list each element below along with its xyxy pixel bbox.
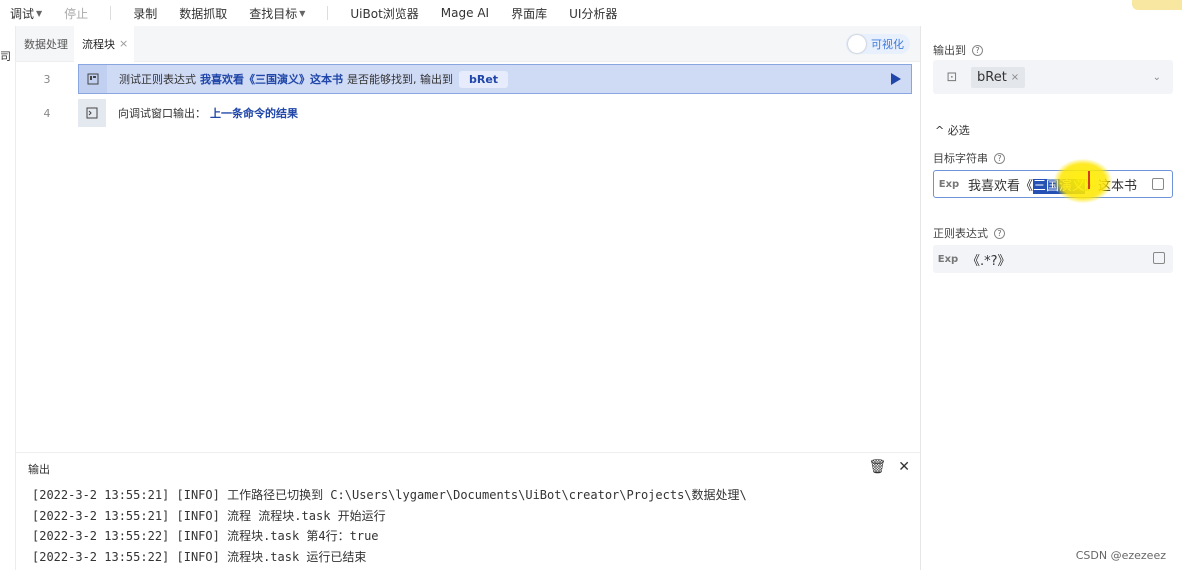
tab-data-processing[interactable]: 数据处理 xyxy=(16,26,74,62)
main-toolbar: 调试 ▼ 停止 录制 数据抓取 查找目标 ▼ UiBot浏览器 Mage AI 界面… xyxy=(0,0,1182,26)
uibot-browser-button[interactable]: UiBot浏览器 xyxy=(350,5,418,22)
command-target: 上一条命令的结果 xyxy=(210,107,298,120)
target-string-text: 目标字符串 xyxy=(933,152,988,165)
command-middle: 是否能够找到, 输出到 xyxy=(347,73,453,86)
ui-analyzer-button[interactable]: UI分析器 xyxy=(569,5,617,22)
close-icon[interactable]: ✕ xyxy=(898,459,910,475)
edit-icon[interactable] xyxy=(1153,252,1165,264)
command-row[interactable]: 3 测试正则表达式 我喜欢看《三国演义》这本书 是否能够找到, 输出到 bRet xyxy=(16,64,912,94)
log-line: [2022-3-2 13:55:21] [INFO] 流程 流程块.task 开… xyxy=(32,508,386,523)
trash-icon[interactable]: 🗑 xyxy=(868,459,886,475)
visual-toggle-label: 可视化 xyxy=(871,38,904,51)
output-title: 输出 xyxy=(28,463,50,476)
value-before: 我喜欢看《 xyxy=(968,178,1034,194)
toolbar-divider xyxy=(327,6,329,20)
edit-icon[interactable] xyxy=(1152,178,1164,190)
chevron-down-icon: ▼ xyxy=(299,8,306,18)
watermark: CSDN @ezezeez xyxy=(1075,549,1166,562)
help-icon[interactable]: ? xyxy=(994,227,1005,239)
command-block-regex[interactable]: 测试正则表达式 我喜欢看《三国演义》这本书 是否能够找到, 输出到 bRet xyxy=(78,64,912,94)
ui-library-button[interactable]: 界面库 xyxy=(511,5,547,22)
log-line: [2022-3-2 13:55:22] [INFO] 流程块.task 第4行：… xyxy=(32,529,379,543)
exp-tag[interactable]: Exp xyxy=(933,254,963,265)
command-row[interactable]: 4 向调试窗口输出： 上一条命令的结果 xyxy=(16,98,912,128)
variable-icon: ⊡ xyxy=(946,69,958,85)
required-section-toggle[interactable]: ^ 必选 xyxy=(935,122,970,138)
exp-tag[interactable]: Exp xyxy=(934,179,964,190)
regex-input[interactable]: Exp 《.*?》 xyxy=(933,245,1173,273)
output-var-pill: bRet xyxy=(459,70,509,88)
flow-editor: 数据处理 流程块 × 可视化 3 测试正则表达式 我喜欢看《三国演义》这本书 是否… xyxy=(16,25,920,450)
remove-icon[interactable]: × xyxy=(1011,72,1019,83)
tab-label: 流程块 xyxy=(82,37,115,51)
properties-panel: 输出到 ? ⊡ bRet × ⌄ ^ 必选 目标字符串 ? Exp 我喜欢看《三国… xyxy=(920,26,1182,570)
mage-ai-button[interactable]: Mage AI xyxy=(441,6,489,20)
command-block-trace[interactable]: 向调试窗口输出： 上一条命令的结果 xyxy=(78,98,912,128)
output-log: [2022-3-2 13:55:21] [INFO] 工作路径已切换到 C:\U… xyxy=(32,485,747,567)
log-line: [2022-3-2 13:55:21] [INFO] 工作路径已切换到 C:\U… xyxy=(32,488,747,502)
regex-label: 正则表达式 ? xyxy=(933,225,1005,241)
editor-tabbar: 数据处理 流程块 × 可视化 xyxy=(16,25,920,62)
var-chip: bRet × xyxy=(971,66,1026,88)
cursor-highlight xyxy=(1054,159,1112,203)
output-tools: 🗑 ✕ xyxy=(868,459,910,475)
command-target: 我喜欢看《三国演义》这本书 xyxy=(200,73,343,86)
tab-label: 数据处理 xyxy=(24,37,68,51)
var-chip-label: bRet xyxy=(977,69,1007,85)
tab-flow-block[interactable]: 流程块 × xyxy=(74,25,135,62)
find-target-menu[interactable]: 查找目标 ▼ xyxy=(249,5,305,22)
corner-tab[interactable] xyxy=(1132,0,1182,10)
toggle-knob xyxy=(848,35,866,53)
debug-label: 调试 xyxy=(10,6,35,21)
find-target-label: 查找目标 xyxy=(249,6,298,21)
output-panel: 输出 🗑 ✕ [2022-3-2 13:55:21] [INFO] 工作路径已切… xyxy=(16,452,920,570)
record-button[interactable]: 录制 xyxy=(133,5,157,22)
target-string-label: 目标字符串 ? xyxy=(933,150,1005,166)
line-number: 4 xyxy=(43,106,51,120)
toolbar-divider xyxy=(110,6,112,20)
left-strip: 司 xyxy=(0,26,16,570)
output-var-select[interactable]: ⊡ bRet × ⌄ xyxy=(933,60,1173,94)
console-command-icon xyxy=(78,99,106,127)
chevron-down-icon: ▼ xyxy=(36,8,43,18)
help-icon[interactable]: ? xyxy=(994,152,1005,164)
debug-menu[interactable]: 调试 ▼ xyxy=(10,5,42,22)
run-line-icon[interactable] xyxy=(891,73,901,85)
line-number: 3 xyxy=(43,72,51,86)
regex-text: 正则表达式 xyxy=(933,227,988,240)
stop-button[interactable]: 停止 xyxy=(64,5,88,22)
help-icon[interactable]: ? xyxy=(972,44,983,56)
command-prefix: 向调试窗口输出： xyxy=(118,107,206,120)
target-string-input[interactable]: Exp 我喜欢看《三国演义》这本书 xyxy=(933,170,1173,198)
output-to-text: 输出到 xyxy=(933,44,966,57)
output-to-label: 输出到 ? xyxy=(933,42,983,58)
left-strip-glyph: 司 xyxy=(0,50,11,63)
regex-command-icon xyxy=(79,65,107,93)
visual-toggle[interactable]: 可视化 xyxy=(846,34,910,54)
text-cursor-icon xyxy=(1088,171,1090,189)
chevron-down-icon[interactable]: ⌄ xyxy=(1153,72,1161,83)
regex-value: 《.*?》 xyxy=(967,253,1011,269)
close-icon[interactable]: × xyxy=(119,37,128,50)
data-capture-button[interactable]: 数据抓取 xyxy=(179,5,227,22)
log-line: [2022-3-2 13:55:22] [INFO] 流程块.task 运行已结… xyxy=(32,549,367,564)
command-prefix: 测试正则表达式 xyxy=(119,73,196,86)
